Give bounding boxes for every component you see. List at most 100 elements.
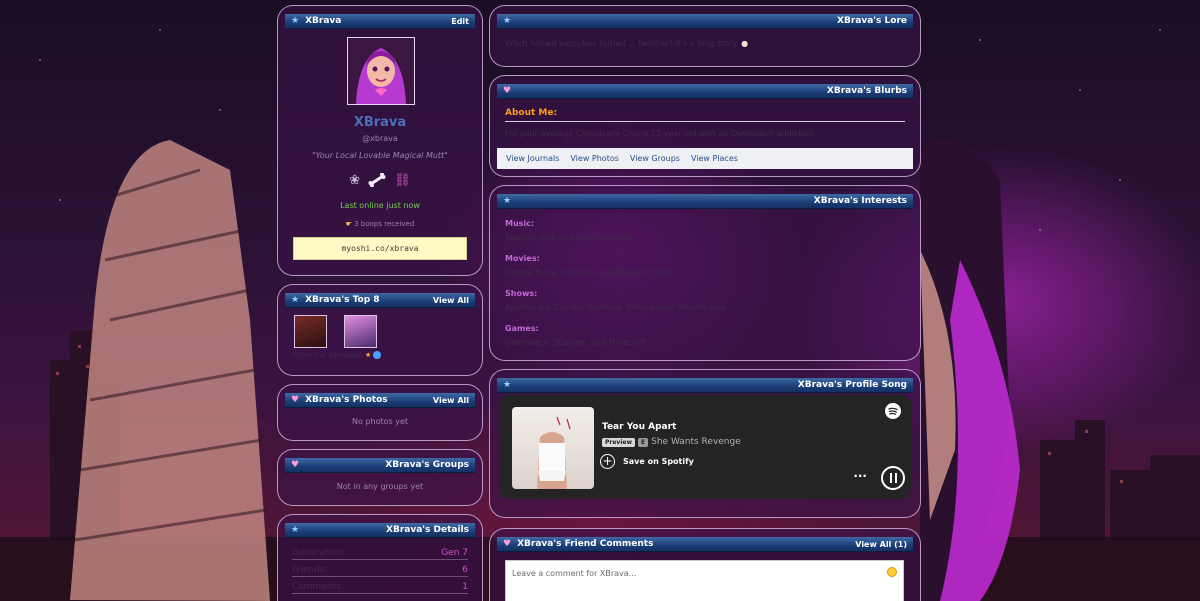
avatar[interactable] <box>347 37 415 105</box>
interest-value-movies: Corpse Bride, Coraline, and Monster Hunt <box>505 268 672 277</box>
detail-row-generation: Generation: Gen 7 <box>292 546 468 560</box>
comment-input[interactable]: Leave a comment for XBrava... <box>505 560 904 601</box>
album-cover[interactable] <box>512 407 594 489</box>
badge-row: ❀ ⛓ <box>278 172 482 188</box>
lore-header: ★ XBrava's Lore <box>497 14 913 29</box>
groups-empty: Not in any groups yet <box>336 482 424 491</box>
top8-names: PxhenCat sawdraba ★ <box>293 351 382 359</box>
blurbs-panel: ♥ XBrava's Blurbs About Me: I'm your ave… <box>489 75 921 177</box>
spotify-logo-icon[interactable] <box>885 403 901 419</box>
detail-row-comments: Comments: 1 <box>292 580 468 594</box>
photos-view-all-link[interactable]: View All <box>433 396 469 405</box>
save-label: Save on Spotify <box>623 457 694 466</box>
heart-icon: ♥ <box>291 460 300 470</box>
profile-song-title: XBrava's Profile Song <box>797 380 907 390</box>
blurbs-header: ♥ XBrava's Blurbs <box>497 84 913 99</box>
plus-circle-icon: + <box>600 454 615 469</box>
about-me-heading: About Me: <box>505 108 905 122</box>
track-artist[interactable]: She Wants Revenge <box>651 437 741 447</box>
top8-friend-avatar[interactable] <box>344 315 377 348</box>
detail-value: 6 <box>462 564 468 575</box>
details-header: ★ XBrava's Details <box>285 523 475 538</box>
profile-url-box[interactable]: myoshi.co/xbrava <box>293 237 467 260</box>
detail-label: Friends: <box>292 564 328 575</box>
pause-icon <box>890 473 892 483</box>
interests-list: Music: Spanish rock and post hardcore Mo… <box>505 217 725 350</box>
pie-emoji-icon: ● <box>741 39 749 48</box>
friend-comments-title: XBrava's Friend Comments <box>517 539 654 549</box>
heart-icon: ♥ <box>503 86 512 96</box>
view-places-link[interactable]: View Places <box>691 154 738 163</box>
interest-value-shows: Apothecary Diaries, Overlord, Toilet-bou… <box>505 303 726 312</box>
interest-value-games: Overwatch, Stardew, and Minecraft <box>505 338 647 347</box>
detail-value: Gen 7 <box>441 547 468 558</box>
bone-badge-icon[interactable] <box>368 172 386 188</box>
profile-song-panel: ★ XBrava's Profile Song Tear You Apart P… <box>489 369 921 518</box>
photos-title: XBrava's Photos <box>305 395 388 405</box>
interests-header: ★ XBrava's Interests <box>497 194 913 209</box>
track-meta: Preview E She Wants Revenge <box>602 437 741 447</box>
about-me-text: I'm your average Chronically Online 25 y… <box>505 129 817 138</box>
detail-label: Generation: <box>292 547 346 558</box>
top8-friend-names[interactable]: PxhenCat sawdraba <box>293 351 363 359</box>
boop-hand-icon[interactable]: ☛ <box>346 220 352 228</box>
star-icon: ★ <box>503 380 512 390</box>
view-groups-link[interactable]: View Groups <box>630 154 680 163</box>
album-art-icon <box>537 416 571 489</box>
top8-friend-avatar[interactable] <box>294 315 327 348</box>
display-name: XBrava <box>353 115 407 130</box>
top8-title: XBrava's Top 8 <box>305 295 380 305</box>
save-on-spotify-button[interactable]: + Save on Spotify <box>600 454 694 469</box>
boops-count: 3 boops received <box>354 220 415 228</box>
emoji-picker-icon[interactable] <box>887 567 897 577</box>
last-online: Last online just now <box>340 201 420 210</box>
spotify-embed[interactable]: Tear You Apart Preview E She Wants Reven… <box>499 395 911 499</box>
details-title: XBrava's Details <box>386 525 469 535</box>
top8-view-all-link[interactable]: View All <box>433 296 469 305</box>
heart-icon: ♥ <box>291 395 300 405</box>
track-title[interactable]: Tear You Apart <box>602 422 676 432</box>
handle: @xbrava <box>362 134 398 143</box>
interests-title: XBrava's Interests <box>813 196 907 206</box>
tagline: "Your Local Lovable Magical Mutt" <box>312 151 448 160</box>
verified-icon <box>373 351 382 359</box>
star-icon: ★ <box>291 525 300 535</box>
paw-badge-icon[interactable]: ❀ <box>349 173 360 188</box>
interest-label-music: Music: <box>505 219 535 228</box>
friend-comments-header: ♥ XBrava's Friend Comments View All (1) <box>497 537 913 552</box>
star-icon: ★ <box>291 16 300 26</box>
details-panel: ★ XBrava's Details Generation: Gen 7 Fri… <box>277 514 483 601</box>
chain-badge-icon[interactable]: ⛓ <box>394 173 411 188</box>
top8-panel: ★ XBrava's Top 8 View All PxhenCat sawdr… <box>277 284 483 376</box>
lore-title: XBrava's Lore <box>837 16 907 26</box>
groups-panel: ♥ XBrava's Groups Not in any groups yet <box>277 449 483 506</box>
view-photos-link[interactable]: View Photos <box>570 154 619 163</box>
avatar-portrait-icon <box>348 38 414 104</box>
detail-value: 1 <box>462 581 468 592</box>
star-icon: ★ <box>503 16 512 26</box>
photos-header: ♥ XBrava's Photos View All <box>285 393 475 408</box>
comments-view-all-link[interactable]: View All (1) <box>855 540 907 549</box>
profile-url: myoshi.co/xbrava <box>341 244 419 253</box>
profile-song-header: ★ XBrava's Profile Song <box>497 378 913 393</box>
friend-comments-panel: ♥ XBrava's Friend Comments View All (1) … <box>489 528 921 601</box>
profile-card-title: XBrava <box>305 16 342 26</box>
more-options-button[interactable]: ··· <box>853 469 867 483</box>
interest-value-music: Spanish rock and post hardcore <box>505 233 632 242</box>
pause-button[interactable] <box>881 466 905 490</box>
interest-label-shows: Shows: <box>505 289 538 298</box>
edit-profile-link[interactable]: Edit <box>451 17 469 26</box>
star-icon: ★ <box>503 196 512 206</box>
comment-placeholder: Leave a comment for XBrava... <box>512 569 637 578</box>
explicit-badge: E <box>638 437 649 447</box>
groups-header: ♥ XBrava's Groups <box>285 458 475 473</box>
interests-panel: ★ XBrava's Interests Music: Spanish rock… <box>489 185 921 361</box>
profile-card: ★ XBrava Edit XBrava @xbrava "Your Local… <box>277 5 483 276</box>
top8-header: ★ XBrava's Top 8 View All <box>285 293 475 308</box>
interest-label-games: Games: <box>505 324 539 333</box>
preview-badge: Preview <box>602 437 636 447</box>
star-icon: ★ <box>291 295 300 305</box>
interest-label-movies: Movies: <box>505 254 540 263</box>
detail-label: Comments: <box>292 581 344 592</box>
view-journals-link[interactable]: View Journals <box>506 154 559 163</box>
